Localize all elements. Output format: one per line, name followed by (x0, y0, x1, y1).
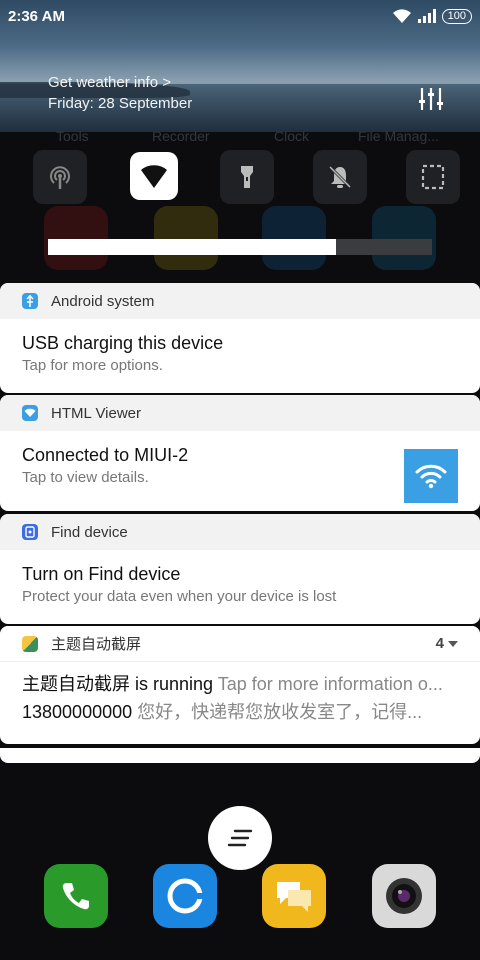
status-bar: 2:36 AM 100 (0, 0, 480, 32)
messaging-icon (277, 882, 311, 912)
bg-app (154, 206, 218, 270)
hotspot-icon (50, 166, 70, 189)
notification-line-title: 13800000000 (22, 702, 133, 722)
brightness-slider[interactable] (48, 239, 432, 255)
toggle-hotspot[interactable] (33, 150, 87, 204)
weather-link[interactable]: Get weather info > (48, 72, 192, 93)
chevron-down-icon (448, 640, 458, 647)
toggle-mute[interactable] (313, 150, 367, 204)
notification-count-value: 4 (435, 635, 444, 652)
notification-app-name: Find device (51, 523, 128, 541)
notification-header: Find device (0, 514, 480, 550)
signal-icon (417, 9, 436, 23)
bg-label: File Manag... (358, 128, 439, 144)
toggle-screenshot[interactable] (406, 150, 460, 204)
bg-label: Clock (274, 128, 310, 144)
settings-sliders-icon[interactable] (418, 86, 444, 112)
camera-icon (386, 878, 422, 914)
bg-app (44, 206, 108, 270)
find-device-icon (22, 524, 38, 540)
theme-app-icon (22, 635, 38, 652)
notification-stack-edge (0, 748, 480, 763)
bg-app (262, 206, 326, 270)
background-app-labels: Tools Recorder Clock File Manag... (0, 128, 480, 148)
background-apps (0, 206, 480, 270)
notification-line-text: 您好，快递帮您放收发室了，记得... (137, 702, 423, 722)
notification-line: 13800000000 您好，快递帮您放收发室了，记得... (22, 698, 458, 726)
notification-count[interactable]: 4 (436, 635, 458, 652)
toggle-wifi[interactable] (130, 152, 178, 200)
notification-app-name: Android system (51, 292, 155, 310)
browser-icon (167, 878, 203, 914)
notification-title: Connected to MIUI-2 (22, 445, 189, 465)
notification-header: 主题自动截屏 4 (0, 626, 480, 662)
status-time: 2:36 AM (8, 7, 65, 25)
toggle-flashlight[interactable] (220, 150, 274, 204)
battery-indicator: 100 (441, 8, 472, 24)
weather-widget[interactable]: Get weather info > Friday: 28 September (48, 72, 192, 114)
notification-usb[interactable]: Android system USB charging this device … (0, 283, 480, 393)
status-icons: 100 (392, 8, 472, 24)
screenshot-icon (421, 164, 445, 190)
wifi-large-icon (404, 449, 458, 503)
bg-label: Recorder (152, 128, 210, 144)
clear-all-icon (227, 829, 253, 847)
dock-camera[interactable] (372, 864, 436, 928)
wifi-status-icon (392, 9, 411, 23)
quick-toggles (0, 150, 480, 204)
notification-header: Android system (0, 283, 480, 319)
notification-find-device[interactable]: Find device Turn on Find device Protect … (0, 514, 480, 624)
notification-title: Turn on Find device (22, 564, 181, 584)
notification-line-text: Tap for more information o... (217, 674, 443, 694)
dock-phone[interactable] (44, 864, 108, 928)
notification-header: HTML Viewer (0, 395, 480, 431)
notification-text: Tap for more options. (22, 357, 163, 374)
bg-label: Tools (56, 128, 89, 144)
bell-off-icon (328, 165, 352, 189)
notification-line: 主题自动截屏 is running Tap for more informati… (22, 670, 458, 698)
bg-app (372, 206, 436, 270)
wifi-icon (141, 165, 167, 188)
clear-all-button[interactable] (208, 806, 272, 870)
notification-app-name: HTML Viewer (51, 404, 142, 422)
notification-title: USB charging this device (22, 333, 224, 353)
notification-shade-header: 2:36 AM 100 Get weather info > Friday: 2… (0, 0, 480, 132)
wifi-app-icon (22, 405, 38, 421)
dock-browser[interactable] (153, 864, 217, 928)
notification-app-name: 主题自动截屏 (51, 636, 142, 653)
usb-icon (22, 293, 38, 309)
flashlight-icon (241, 166, 253, 188)
notification-wifi[interactable]: HTML Viewer Connected to MIUI-2 Tap to v… (0, 395, 480, 511)
notification-text: Tap to view details. (22, 469, 149, 486)
weather-date: Friday: 28 September (48, 95, 193, 112)
brightness-fill (48, 239, 336, 255)
dock-messaging[interactable] (262, 864, 326, 928)
notification-text: Protect your data even when your device … (22, 588, 337, 605)
notification-line-title: 主题自动截屏 is running (22, 674, 214, 694)
notification-theme-screenshot[interactable]: 主题自动截屏 4 主题自动截屏 is running Tap for more … (0, 626, 480, 744)
phone-icon (62, 883, 89, 910)
